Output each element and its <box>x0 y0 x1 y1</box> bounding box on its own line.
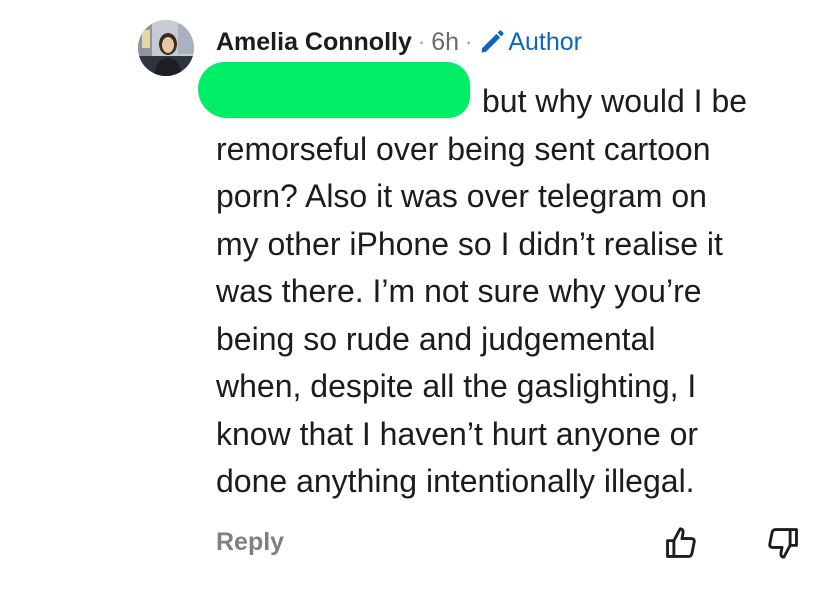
author-name[interactable]: Amelia Connolly <box>216 28 412 57</box>
comment-actions: Reply <box>216 522 816 562</box>
comment-line: being so rude and judgemental <box>216 320 656 357</box>
redaction-scribble <box>198 62 470 118</box>
timestamp: 6h <box>431 27 460 56</box>
comment-line: done anything intentionally illegal. <box>216 463 695 499</box>
comment-body: but why would I be remorseful over being… <box>216 78 816 506</box>
comment-line: was there. I’m not sure why you’re <box>216 273 702 309</box>
comment-line: my other iPhone so I didn’t realise it <box>216 225 723 262</box>
downvote-button[interactable] <box>764 524 802 562</box>
comment-line: when, despite all the gaslighting, I <box>216 368 697 404</box>
separator-dot: · <box>417 29 426 54</box>
comment-line: porn? Also it was over telegram on <box>216 178 707 214</box>
separator-dot: · <box>465 29 473 54</box>
upvote-button[interactable] <box>662 524 700 562</box>
thumbs-up-icon <box>666 527 696 558</box>
reply-button[interactable]: Reply <box>216 528 284 557</box>
author-badge-label: Author <box>508 27 583 56</box>
comment-line: remorseful over being sent cartoon <box>216 130 711 167</box>
comment: Amelia Connolly · 6h · Author but why wo… <box>0 0 840 600</box>
avatar-image <box>138 20 194 76</box>
pencil-icon <box>481 30 505 53</box>
comment-line: know that I haven’t hurt anyone or <box>216 415 699 452</box>
comment-header: Amelia Connolly · 6h · Author <box>216 26 582 58</box>
thumbs-down-icon <box>768 528 798 559</box>
author-badge: Author <box>478 28 582 57</box>
avatar[interactable] <box>138 20 194 76</box>
